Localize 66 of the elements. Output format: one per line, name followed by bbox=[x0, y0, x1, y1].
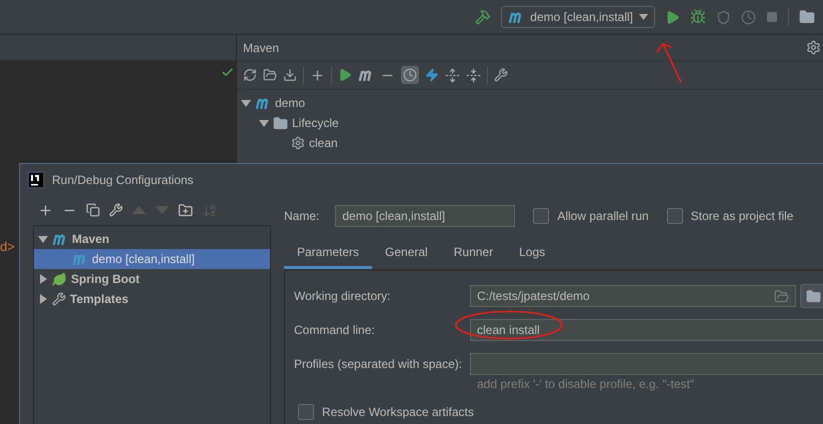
wrench-icon bbox=[52, 292, 66, 306]
caret-icon bbox=[639, 14, 648, 20]
m-icon bbox=[72, 253, 88, 265]
add-icon[interactable] bbox=[38, 202, 53, 218]
run-configuration-dropdown[interactable]: demo [clean,install] bbox=[501, 6, 655, 28]
tab[interactable]: Runner bbox=[440, 237, 506, 269]
folder-icon bbox=[806, 288, 820, 304]
checkbox[interactable]: Resolve Workspace artifacts bbox=[298, 404, 474, 420]
m-icon bbox=[358, 69, 374, 81]
bug-icon[interactable] bbox=[690, 9, 706, 25]
tree-item[interactable]: demo bbox=[275, 96, 306, 110]
lightning-icon[interactable] bbox=[425, 68, 439, 82]
browse-button[interactable] bbox=[800, 284, 823, 308]
field-label: Profiles (separated with space): bbox=[294, 357, 464, 371]
collapse-arrow-icon[interactable] bbox=[241, 98, 251, 108]
folder-icon[interactable] bbox=[799, 9, 815, 25]
dialog-title: Run/Debug Configurations bbox=[52, 172, 194, 186]
refresh-icon[interactable] bbox=[243, 68, 257, 82]
app-icon bbox=[28, 172, 44, 188]
leaf-icon bbox=[52, 272, 67, 286]
arrow-annotation bbox=[655, 40, 685, 84]
build-icon[interactable] bbox=[475, 9, 492, 25]
checkbox[interactable]: Allow parallel run bbox=[533, 208, 649, 224]
tab[interactable]: Logs bbox=[506, 237, 558, 269]
field-label: Working directory: bbox=[294, 289, 392, 303]
expand-arrow-icon[interactable] bbox=[38, 274, 48, 284]
name-field[interactable]: demo [clean,install] bbox=[335, 205, 516, 227]
wrench-icon[interactable] bbox=[494, 68, 508, 82]
folder-add-icon[interactable] bbox=[178, 202, 193, 218]
collapse-all-icon[interactable] bbox=[466, 68, 481, 82]
tree-item[interactable]: Spring Boot bbox=[34, 269, 270, 289]
collapse-arrow-icon[interactable] bbox=[259, 118, 269, 128]
copy-icon[interactable] bbox=[86, 203, 100, 217]
run-icon[interactable] bbox=[338, 68, 352, 82]
tree-item[interactable]: clean bbox=[309, 136, 338, 150]
gear-icon bbox=[291, 136, 305, 150]
folder-icon[interactable] bbox=[263, 68, 277, 82]
panel-title: Maven bbox=[243, 40, 280, 54]
tab[interactable]: Parameters bbox=[284, 237, 372, 269]
wrench-icon[interactable] bbox=[109, 203, 123, 217]
clock-toggle-button[interactable] bbox=[401, 66, 419, 84]
field-label: Command line: bbox=[294, 323, 376, 337]
hint-text: add prefix '-' to disable profile, e.g. "-test" bbox=[477, 377, 696, 393]
collapse-arrow-icon[interactable] bbox=[38, 234, 48, 244]
tree-item[interactable]: Lifecycle bbox=[292, 116, 339, 130]
add-icon[interactable] bbox=[310, 68, 325, 82]
expand-all-icon[interactable] bbox=[445, 68, 460, 82]
m-icon bbox=[255, 97, 271, 109]
tree-item[interactable]: Templates bbox=[34, 289, 270, 309]
m-icon bbox=[52, 233, 68, 245]
m-icon bbox=[508, 11, 524, 23]
settings-icon[interactable] bbox=[806, 40, 821, 55]
directory-field[interactable]: C:/tests/jpatest/demo bbox=[470, 285, 796, 307]
tab[interactable]: General bbox=[372, 237, 441, 269]
check-icon bbox=[221, 66, 234, 79]
input-field[interactable]: clean install bbox=[470, 319, 823, 341]
expand-arrow-icon[interactable] bbox=[38, 294, 48, 304]
run-icon[interactable] bbox=[665, 10, 680, 24]
tree-item[interactable]: demo [clean,install] bbox=[34, 249, 270, 269]
download-icon[interactable] bbox=[283, 68, 297, 82]
code-text: d> bbox=[0, 239, 15, 254]
input-field[interactable] bbox=[470, 353, 823, 375]
field-label: Name: bbox=[284, 209, 320, 223]
checkbox[interactable]: Store as project file bbox=[666, 208, 794, 224]
tree-item[interactable]: Maven bbox=[34, 229, 270, 249]
folder-icon bbox=[273, 116, 288, 130]
